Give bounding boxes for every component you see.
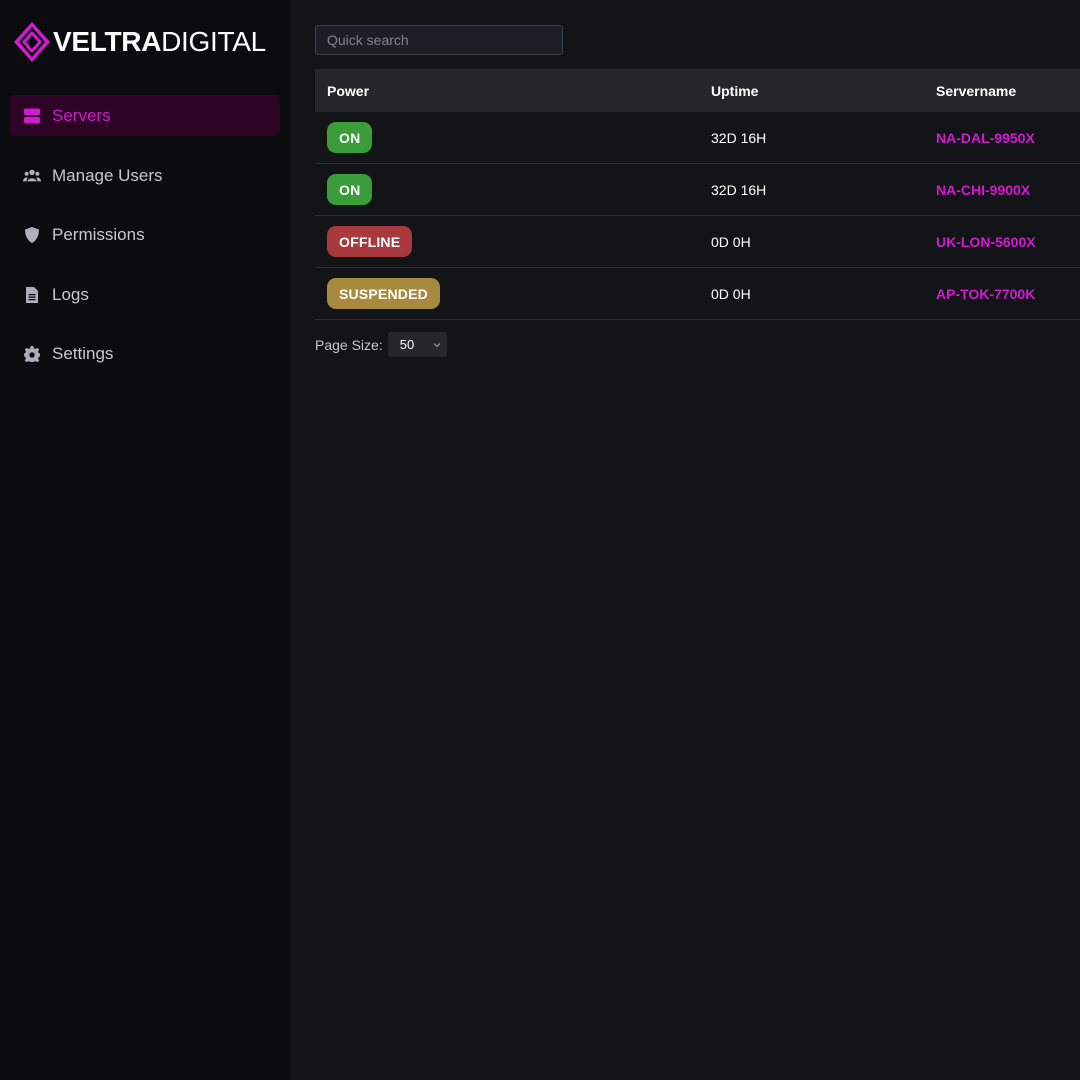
chevron-down-icon xyxy=(433,343,441,348)
page-size-select[interactable]: 50 xyxy=(387,332,447,357)
column-header-servername[interactable]: Servername xyxy=(936,69,1016,112)
table-row[interactable]: SUSPENDED 0D 0H AP-TOK-7700K xyxy=(315,268,1080,320)
servername-link[interactable]: NA-DAL-9950X xyxy=(936,130,1035,146)
servername-link[interactable]: UK-LON-5600X xyxy=(936,234,1036,250)
servername-link[interactable]: NA-CHI-9900X xyxy=(936,182,1030,198)
sidebar-item-label: Manage Users xyxy=(52,165,163,185)
power-status-badge: ON xyxy=(327,122,373,153)
page-size-label: Page Size: xyxy=(315,336,383,353)
brand-name-bold: VELTRA xyxy=(53,26,162,57)
pagination: Page Size: 50 xyxy=(315,332,447,357)
uptime-cell: 0D 0H xyxy=(711,233,751,250)
veltra-logo-icon xyxy=(14,22,50,62)
page-size-value: 50 xyxy=(399,337,415,352)
sidebar-item-label: Permissions xyxy=(52,224,145,244)
shield-icon xyxy=(22,225,42,245)
document-icon xyxy=(22,285,42,305)
servers-table: Power Uptime Servername ON 32D 16H NA-DA… xyxy=(315,69,1080,320)
power-status-badge: SUSPENDED xyxy=(327,278,440,309)
sidebar-item-servers[interactable]: Servers xyxy=(10,95,280,136)
sidebar-item-settings[interactable]: Settings xyxy=(10,333,280,374)
uptime-cell: 32D 16H xyxy=(711,129,767,146)
sidebar-item-logs[interactable]: Logs xyxy=(10,274,280,315)
sidebar-item-label: Settings xyxy=(52,343,114,363)
table-row[interactable]: ON 32D 16H NA-DAL-9950X xyxy=(315,112,1080,164)
brand-name: VELTRADIGITAL xyxy=(53,26,266,58)
uptime-cell: 0D 0H xyxy=(711,285,751,302)
sidebar-item-permissions[interactable]: Permissions xyxy=(10,214,280,255)
table-row[interactable]: ON 32D 16H NA-CHI-9900X xyxy=(315,164,1080,216)
power-status-badge: ON xyxy=(327,174,373,205)
brand-logo[interactable]: VELTRADIGITAL xyxy=(13,21,266,63)
search-input[interactable] xyxy=(315,25,563,55)
sidebar-item-label: Servers xyxy=(52,105,111,125)
sidebar: VELTRADIGITAL Servers Manage Users Permi… xyxy=(0,0,290,1080)
column-header-power[interactable]: Power xyxy=(327,69,369,112)
main-content: Power Uptime Servername ON 32D 16H NA-DA… xyxy=(290,0,1080,1080)
users-icon xyxy=(22,166,42,186)
column-header-uptime[interactable]: Uptime xyxy=(711,69,758,112)
sidebar-item-label: Logs xyxy=(52,284,89,304)
servername-link[interactable]: AP-TOK-7700K xyxy=(936,286,1035,302)
power-status-badge: OFFLINE xyxy=(327,226,413,257)
gear-icon xyxy=(22,344,42,364)
table-row[interactable]: OFFLINE 0D 0H UK-LON-5600X xyxy=(315,216,1080,268)
servers-icon xyxy=(22,106,42,126)
uptime-cell: 32D 16H xyxy=(711,181,767,198)
table-header: Power Uptime Servername xyxy=(315,69,1080,112)
sidebar-item-manage-users[interactable]: Manage Users xyxy=(10,155,280,196)
brand-name-light: DIGITAL xyxy=(161,26,266,57)
